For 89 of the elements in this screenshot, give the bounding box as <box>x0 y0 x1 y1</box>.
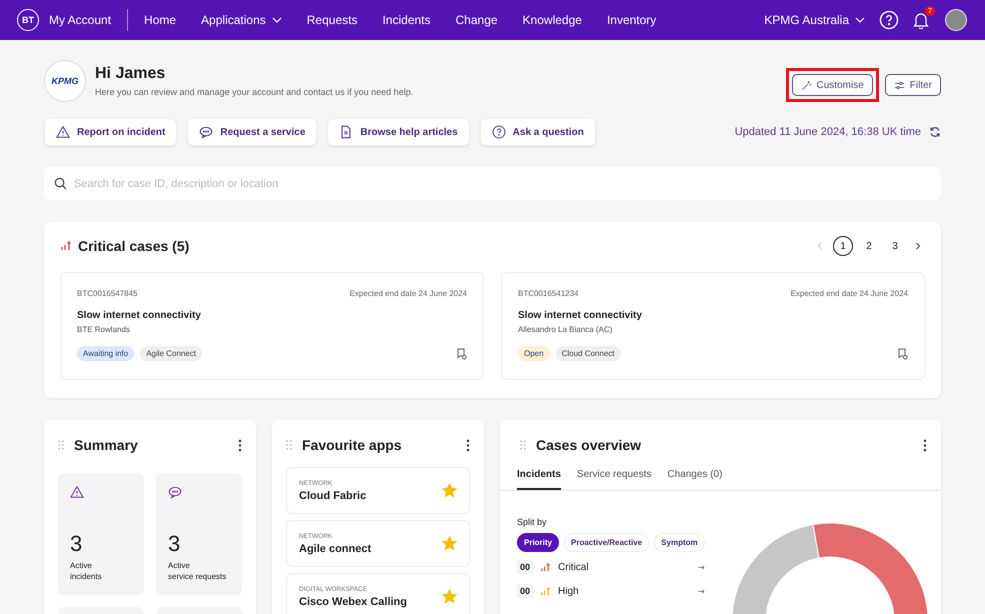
due-date: Expected end date 24 June 2024 <box>790 289 908 298</box>
nav-link[interactable]: Applications <box>201 13 282 27</box>
org-selector[interactable]: KPMG Australia <box>764 13 865 27</box>
priority-bars-icon <box>60 241 72 251</box>
nav-link[interactable]: Change <box>456 13 498 27</box>
drag-handle-icon[interactable] <box>286 440 292 450</box>
more-options-icon[interactable] <box>466 438 470 452</box>
refresh-icon[interactable] <box>929 126 941 138</box>
status-tag: Open <box>518 346 550 361</box>
search-field[interactable]: Search for case ID, description or location <box>44 167 941 200</box>
greeting: Hi James <box>95 65 166 83</box>
chat-bubble-icon <box>168 485 182 499</box>
panel-title: Summary <box>74 437 138 453</box>
tile-label: Active service requests <box>168 561 228 583</box>
warning-icon <box>56 125 70 139</box>
updated-timestamp: Updated 11 June 2024, 16:38 UK time <box>734 126 921 138</box>
nav-link[interactable]: Incidents <box>382 13 430 27</box>
brand-logo[interactable]: BT <box>17 9 39 31</box>
help-icon <box>879 10 899 30</box>
subtitle: Here you can review and manage your account and contact us if you need help. <box>95 87 414 97</box>
case-id: BTC0016541234 <box>518 289 578 298</box>
tile-label: Active incidents <box>70 561 103 583</box>
avatar[interactable] <box>945 9 967 31</box>
tab[interactable]: Service requests <box>576 469 652 490</box>
filter-button[interactable]: Filter <box>884 74 941 96</box>
star-icon[interactable] <box>442 483 457 498</box>
split-by-label: Split by <box>517 517 548 527</box>
due-date: Expected end date 24 June 2024 <box>350 289 467 298</box>
warning-icon <box>70 485 84 499</box>
case-title: Slow internet connectivity <box>518 310 643 321</box>
more-options-icon[interactable] <box>923 438 927 452</box>
app-name: Cisco Webex Calling <box>299 596 407 608</box>
app-name: Agile connect <box>299 542 372 554</box>
filter-chip[interactable]: Proactive/Reactive <box>564 533 650 552</box>
tab[interactable]: Incidents <box>517 469 561 490</box>
product-tag: Cloud Connect <box>556 346 620 361</box>
case-owner: BTE Rowlands <box>77 325 131 334</box>
page-button[interactable]: 3 <box>885 236 905 256</box>
case-card[interactable]: BTC0016541234 Expected end date 24 June 2024 Slow internet connectivity Allesandro La Bianca (AC) Open Cloud Connect <box>501 272 925 380</box>
account-link[interactable]: My Account <box>49 9 128 31</box>
app-name: Cloud Fabric <box>299 490 366 502</box>
filter-chip[interactable]: Priority <box>517 533 560 552</box>
arrow-right-icon[interactable] <box>698 564 705 570</box>
bookmark-icon[interactable] <box>897 348 908 360</box>
panel-title: Favourite apps <box>302 437 402 453</box>
help-icon <box>492 125 506 139</box>
bell-icon[interactable] <box>913 11 929 29</box>
nav-link[interactable]: Inventory <box>606 13 656 27</box>
tile-value: 3 <box>168 531 182 558</box>
bookmark-icon[interactable] <box>456 348 467 360</box>
document-icon <box>339 125 354 139</box>
drag-handle-icon[interactable] <box>520 440 526 450</box>
case-owner: Allesandro La Bianca (AC) <box>518 325 614 334</box>
customise-button[interactable]: Customise <box>792 74 873 96</box>
quick-action-button[interactable]: Request a service <box>187 118 318 146</box>
chat-bubble-icon <box>199 125 214 139</box>
case-count: 00 <box>517 584 534 598</box>
product-tag: Agile Connect <box>140 346 202 361</box>
page-button[interactable]: 2 <box>859 236 879 256</box>
more-options-icon[interactable] <box>238 438 242 452</box>
arrow-right-icon[interactable] <box>698 588 705 594</box>
priority-label: Critical <box>558 562 589 572</box>
summary-tile[interactable]: 3 Active service requests <box>156 473 242 595</box>
tab[interactable]: Changes (0) <box>667 469 722 490</box>
nav-link[interactable]: Home <box>144 13 176 27</box>
quick-action-button[interactable]: Report on incident <box>44 118 178 146</box>
filter-chip[interactable]: Symptom <box>654 533 705 552</box>
quick-action-button[interactable]: Ask a question <box>480 118 596 146</box>
case-id: BTC0016547845 <box>77 289 138 298</box>
page-button[interactable]: 1 <box>833 236 853 256</box>
quick-action-button[interactable]: Browse help articles <box>327 118 470 146</box>
nav-link[interactable]: Requests <box>306 13 358 27</box>
case-card[interactable]: BTC0016547845 Expected end date 24 June 2024 Slow internet connectivity BTE Rowlands Awaiting info Agile Connect <box>60 272 484 380</box>
wand-icon <box>800 80 812 90</box>
case-count: 00 <box>517 560 534 574</box>
star-icon[interactable] <box>442 536 457 551</box>
priority-label: High <box>558 586 579 596</box>
sliders-icon <box>894 80 905 90</box>
nav-link[interactable]: Knowledge <box>522 13 582 27</box>
status-tag: Awaiting info <box>77 346 134 361</box>
case-title: Slow internet connectivity <box>77 310 202 321</box>
drag-handle-icon[interactable] <box>58 440 64 450</box>
tile-value: 3 <box>70 531 84 558</box>
star-icon[interactable] <box>442 589 457 604</box>
panel-title: Critical cases (5) <box>78 238 190 254</box>
chevron-down-icon <box>855 17 865 23</box>
panel-title: Cases overview <box>536 437 642 453</box>
company-logo: KPMG <box>44 60 86 102</box>
summary-tile[interactable]: 3 Active incidents <box>58 473 144 595</box>
